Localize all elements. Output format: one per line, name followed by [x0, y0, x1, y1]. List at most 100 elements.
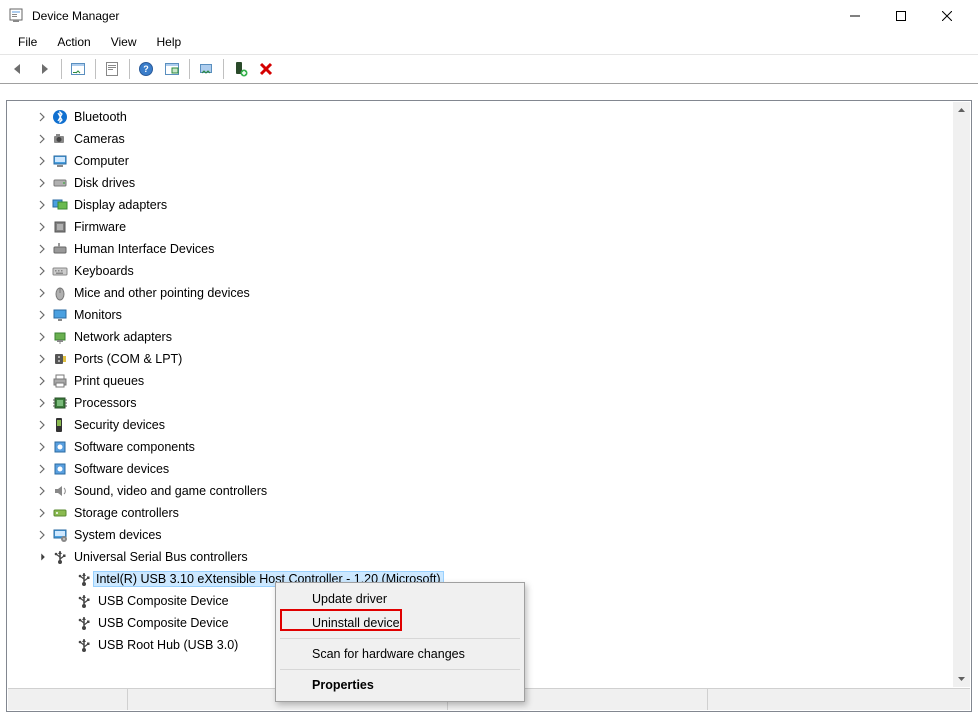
expand-icon[interactable] — [34, 222, 50, 232]
add-legacy-button[interactable] — [228, 57, 252, 81]
expand-icon[interactable] — [34, 398, 50, 408]
tree-node[interactable]: Firmware — [14, 216, 953, 238]
software-icon — [52, 439, 68, 455]
system-icon — [52, 527, 68, 543]
svg-text:?: ? — [143, 64, 149, 74]
tree-node[interactable]: Storage controllers — [14, 502, 953, 524]
expand-icon[interactable] — [34, 288, 50, 298]
help-button[interactable]: ? — [134, 57, 158, 81]
context-menu: Update driver Uninstall device Scan for … — [275, 582, 525, 702]
tree-node[interactable]: Display adapters — [14, 194, 953, 216]
tree-node[interactable]: Software devices — [14, 458, 953, 480]
expand-icon[interactable] — [34, 464, 50, 474]
ctx-update-driver[interactable]: Update driver — [278, 587, 522, 611]
tree-node[interactable]: Ports (COM & LPT) — [14, 348, 953, 370]
expand-icon[interactable] — [34, 112, 50, 122]
back-button[interactable] — [6, 57, 30, 81]
expand-icon[interactable] — [34, 354, 50, 364]
sound-icon — [52, 483, 68, 499]
scroll-down-button[interactable] — [953, 670, 970, 687]
tree-node-label: USB Composite Device — [96, 616, 231, 630]
maximize-button[interactable] — [878, 0, 924, 32]
expand-icon[interactable] — [34, 266, 50, 276]
expand-icon[interactable] — [34, 332, 50, 342]
usb-icon — [76, 571, 92, 587]
software-icon — [52, 461, 68, 477]
keyboard-icon — [52, 263, 68, 279]
expand-icon[interactable] — [34, 200, 50, 210]
expand-icon[interactable] — [34, 530, 50, 540]
monitor-icon — [52, 307, 68, 323]
tree-node[interactable]: System devices — [14, 524, 953, 546]
tree-node-label: System devices — [72, 528, 164, 542]
menu-action[interactable]: Action — [49, 33, 98, 51]
tree-node-label: Storage controllers — [72, 506, 181, 520]
tree-node[interactable]: Monitors — [14, 304, 953, 326]
usb-icon — [52, 549, 68, 565]
app-icon — [8, 8, 24, 24]
tree-node[interactable]: Disk drives — [14, 172, 953, 194]
window-title: Device Manager — [32, 9, 832, 23]
tree-node[interactable]: Security devices — [14, 414, 953, 436]
ctx-properties[interactable]: Properties — [278, 673, 522, 697]
menu-view[interactable]: View — [103, 33, 145, 51]
tree-node-label: Sound, video and game controllers — [72, 484, 269, 498]
expand-icon[interactable] — [34, 442, 50, 452]
tree-node[interactable]: Computer — [14, 150, 953, 172]
tree-node-label: Ports (COM & LPT) — [72, 352, 184, 366]
expand-icon[interactable] — [34, 376, 50, 386]
menu-file[interactable]: File — [10, 33, 45, 51]
menu-help[interactable]: Help — [149, 33, 190, 51]
security-icon — [52, 417, 68, 433]
tree-node-label: Disk drives — [72, 176, 137, 190]
usb-icon — [76, 637, 92, 653]
minimize-button[interactable] — [832, 0, 878, 32]
tree-node[interactable]: Print queues — [14, 370, 953, 392]
tree-node[interactable]: Sound, video and game controllers — [14, 480, 953, 502]
tree-node-label: Display adapters — [72, 198, 169, 212]
show-hide-tree-button[interactable] — [66, 57, 90, 81]
window-controls — [832, 0, 970, 32]
tree-node-label: Print queues — [72, 374, 146, 388]
properties-button[interactable] — [100, 57, 124, 81]
port-icon — [52, 351, 68, 367]
uninstall-button[interactable] — [254, 57, 278, 81]
tree-node-label: Human Interface Devices — [72, 242, 216, 256]
tree-node[interactable]: Human Interface Devices — [14, 238, 953, 260]
tree-node[interactable]: Mice and other pointing devices — [14, 282, 953, 304]
ctx-uninstall-device[interactable]: Uninstall device — [278, 611, 522, 635]
menubar: File Action View Help — [0, 32, 978, 54]
tree-node[interactable]: Bluetooth — [14, 106, 953, 128]
tree-node-label: Universal Serial Bus controllers — [72, 550, 250, 564]
expand-icon[interactable] — [34, 244, 50, 254]
tree-node[interactable]: Universal Serial Bus controllers — [14, 546, 953, 568]
close-button[interactable] — [924, 0, 970, 32]
usb-icon — [76, 593, 92, 609]
titlebar: Device Manager — [0, 0, 978, 32]
scan-hardware-button[interactable] — [160, 57, 184, 81]
tree-node[interactable]: Network adapters — [14, 326, 953, 348]
expand-icon[interactable] — [34, 486, 50, 496]
expand-icon[interactable] — [34, 156, 50, 166]
scroll-up-button[interactable] — [953, 102, 970, 119]
show-hidden-button[interactable] — [194, 57, 218, 81]
tree-node-label: Security devices — [72, 418, 167, 432]
scroll-thumb[interactable] — [953, 119, 970, 670]
expand-icon[interactable] — [34, 420, 50, 430]
tree-node[interactable]: Keyboards — [14, 260, 953, 282]
display-icon — [52, 197, 68, 213]
tree-node[interactable]: Processors — [14, 392, 953, 414]
bluetooth-icon — [52, 109, 68, 125]
tree-node[interactable]: Software components — [14, 436, 953, 458]
tree-node-label: Keyboards — [72, 264, 136, 278]
tree-node-label: Firmware — [72, 220, 128, 234]
expand-icon[interactable] — [34, 310, 50, 320]
expand-icon[interactable] — [34, 134, 50, 144]
expand-icon[interactable] — [34, 178, 50, 188]
forward-button[interactable] — [32, 57, 56, 81]
expand-icon[interactable] — [34, 508, 50, 518]
tree-node[interactable]: Cameras — [14, 128, 953, 150]
vertical-scrollbar[interactable] — [953, 102, 970, 687]
collapse-icon[interactable] — [34, 552, 50, 562]
ctx-scan-hardware[interactable]: Scan for hardware changes — [278, 642, 522, 666]
